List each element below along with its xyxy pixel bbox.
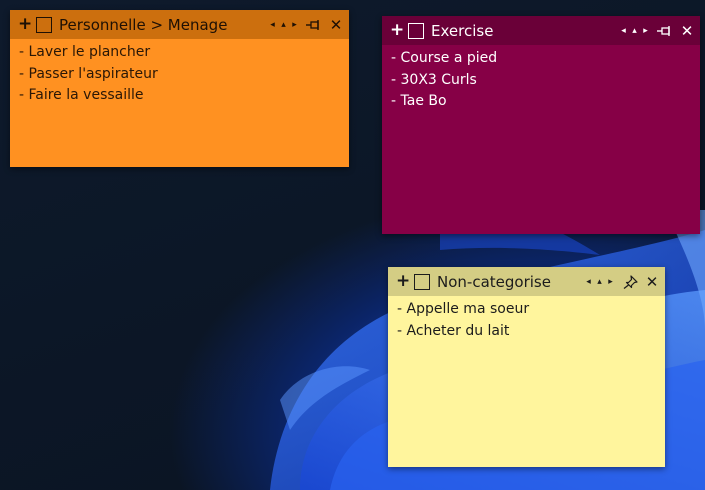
note-line: - Appelle ma soeur xyxy=(397,301,530,317)
sticky-note-exercise[interactable]: + Exercise ◂ ▴ ▸ ✕ - Course a pied - 30X… xyxy=(382,16,700,234)
note-title: Non-categorise xyxy=(437,272,551,291)
desktop-background: + Personnelle > Menage ◂ ▴ ▸ ✕ - Laver l… xyxy=(0,0,705,490)
sticky-note-personnelle[interactable]: + Personnelle > Menage ◂ ▴ ▸ ✕ - Laver l… xyxy=(10,10,349,167)
pin-icon[interactable] xyxy=(305,18,323,32)
note-nav-controls: ◂ ▴ ▸ xyxy=(584,277,615,287)
up-note-button[interactable]: ▴ xyxy=(595,277,604,287)
note-line: - Faire la vessaille xyxy=(19,87,144,103)
pinned-icon[interactable] xyxy=(621,274,639,289)
note-titlebar[interactable]: + Personnelle > Menage ◂ ▴ ▸ ✕ xyxy=(10,10,349,39)
note-line: - Passer l'aspirateur xyxy=(19,65,158,82)
note-nav-controls: ◂ ▴ ▸ xyxy=(619,26,650,36)
next-note-button[interactable]: ▸ xyxy=(290,20,299,30)
note-checkbox[interactable] xyxy=(414,273,430,290)
sticky-note-non-categorise[interactable]: + Non-categorise ◂ ▴ ▸ ✕ - Appelle ma so… xyxy=(388,267,665,467)
note-checkbox[interactable] xyxy=(408,22,424,39)
add-note-button[interactable]: + xyxy=(396,273,410,290)
note-line: - Course a pied xyxy=(391,50,498,66)
note-titlebar[interactable]: + Exercise ◂ ▴ ▸ ✕ xyxy=(382,16,700,45)
close-note-button[interactable]: ✕ xyxy=(645,273,659,291)
note-body[interactable]: - Course a pied - 30X3 Curls - Tae Bo xyxy=(382,45,700,116)
prev-note-button[interactable]: ◂ xyxy=(619,26,628,36)
note-checkbox[interactable] xyxy=(36,16,52,33)
note-line: - Laver le plancher xyxy=(19,44,151,60)
up-note-button[interactable]: ▴ xyxy=(630,26,639,36)
note-body[interactable]: - Laver le plancher - Passer l'aspirateu… xyxy=(10,39,349,110)
note-title: Exercise xyxy=(431,21,494,40)
note-line: - 30X3 Curls xyxy=(391,71,477,88)
close-note-button[interactable]: ✕ xyxy=(329,16,343,34)
pin-icon[interactable] xyxy=(656,24,674,38)
note-line: - Tae Bo xyxy=(391,93,447,109)
note-nav-controls: ◂ ▴ ▸ xyxy=(268,20,299,30)
add-note-button[interactable]: + xyxy=(18,16,32,33)
note-line: - Acheter du lait xyxy=(397,322,510,339)
next-note-button[interactable]: ▸ xyxy=(641,26,650,36)
add-note-button[interactable]: + xyxy=(390,22,404,39)
prev-note-button[interactable]: ◂ xyxy=(268,20,277,30)
next-note-button[interactable]: ▸ xyxy=(606,277,615,287)
note-body[interactable]: - Appelle ma soeur - Acheter du lait xyxy=(388,296,665,345)
note-titlebar[interactable]: + Non-categorise ◂ ▴ ▸ ✕ xyxy=(388,267,665,296)
prev-note-button[interactable]: ◂ xyxy=(584,277,593,287)
up-note-button[interactable]: ▴ xyxy=(279,20,288,30)
close-note-button[interactable]: ✕ xyxy=(680,22,694,40)
note-title: Personnelle > Menage xyxy=(59,15,228,34)
